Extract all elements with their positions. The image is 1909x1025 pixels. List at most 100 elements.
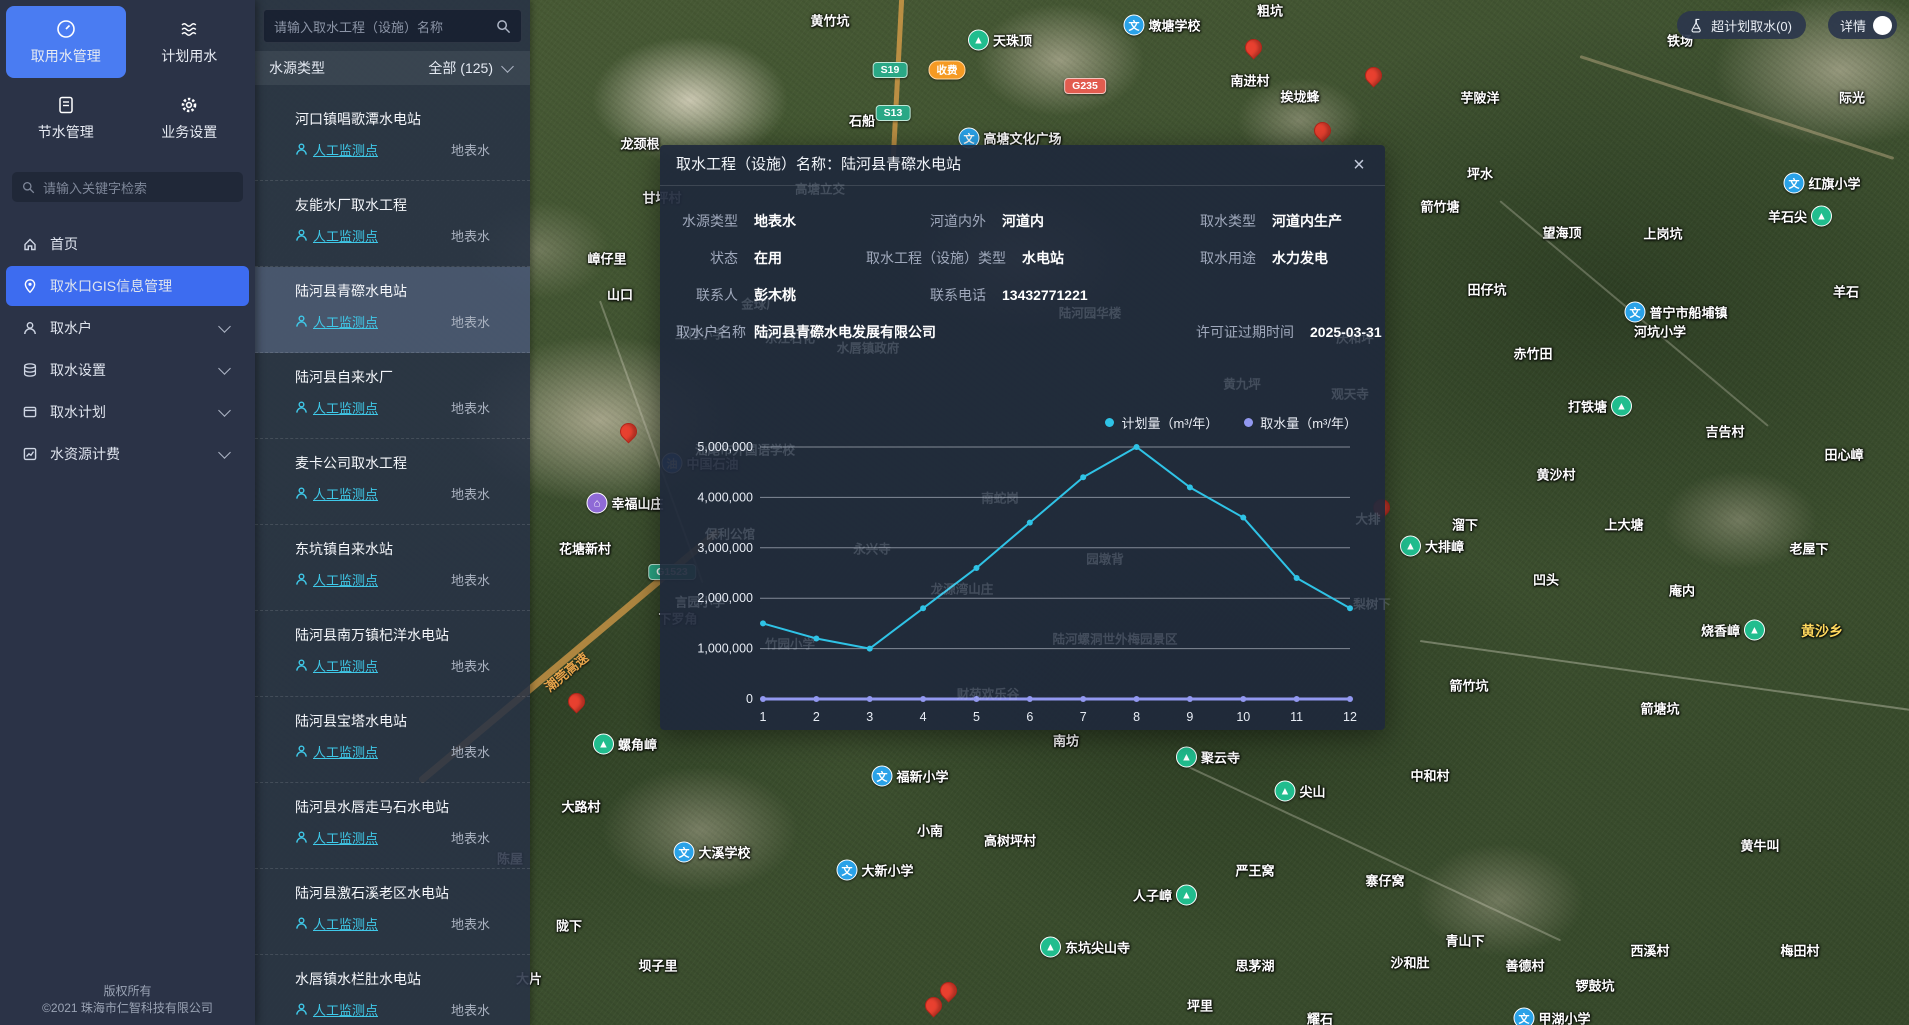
map-place-label[interactable]: 溜下 xyxy=(1452,515,1478,534)
map-place-label[interactable]: 陇下 xyxy=(556,916,582,935)
map-place-label[interactable]: 黄竹坑 xyxy=(810,11,849,30)
monitor-type-link[interactable]: 人工监测点 xyxy=(295,570,378,589)
map-place-label[interactable]: 人子嶂▲ xyxy=(1133,885,1197,906)
map-place-label[interactable]: 粗坑 xyxy=(1257,1,1283,20)
map-place-label[interactable]: 梅田村 xyxy=(1780,941,1819,960)
sidebar-item-5[interactable]: 取水计划 xyxy=(6,392,249,432)
map-place-label[interactable]: 烧香嶂▲ xyxy=(1701,620,1765,641)
map-place-label[interactable]: ▲聚云寺 xyxy=(1176,747,1240,768)
map-place-label[interactable]: 南进村 xyxy=(1230,71,1269,90)
map-place-label[interactable]: 西溪村 xyxy=(1630,941,1669,960)
map-place-label[interactable]: ▲天珠顶 xyxy=(968,30,1032,51)
map-place-label[interactable]: 箭竹塘 xyxy=(1420,197,1459,216)
map-place-label[interactable]: 芋陂洋 xyxy=(1460,88,1499,107)
station-list-item[interactable]: 陆河县青磜水电站 人工监测点 地表水 xyxy=(255,267,530,353)
monitor-type-link[interactable]: 人工监测点 xyxy=(295,140,378,159)
map-place-label[interactable]: 羊石尖▲ xyxy=(1768,206,1832,227)
sidebar-tile-4[interactable]: 业务设置 xyxy=(130,82,250,154)
map-place-label[interactable]: 石船 xyxy=(849,111,875,130)
map-place-label[interactable]: 小南 xyxy=(917,821,943,840)
map-place-label[interactable]: 严王窝 xyxy=(1235,861,1274,880)
map-place-label[interactable]: 山口 xyxy=(607,285,633,304)
map-place-label[interactable]: 文墩塘学校 xyxy=(1123,15,1200,36)
map-place-label[interactable]: 文红旗小学 xyxy=(1783,173,1860,194)
map-place-label[interactable]: 际光 xyxy=(1839,88,1865,107)
close-icon[interactable]: × xyxy=(1347,153,1371,177)
map-place-label[interactable]: 上大塘 xyxy=(1604,515,1643,534)
map-place-label[interactable]: 黄沙村 xyxy=(1536,465,1575,484)
map-place-label[interactable]: ▲螺角嶂 xyxy=(593,734,657,755)
monitor-type-link[interactable]: 人工监测点 xyxy=(295,1000,378,1019)
sidebar-item-3[interactable]: 取水户 xyxy=(6,308,249,348)
map-place-label[interactable]: 河坑小学 xyxy=(1634,322,1686,341)
red-map-pin[interactable] xyxy=(620,423,636,439)
red-map-pin[interactable] xyxy=(940,982,956,998)
map-place-label[interactable]: 思茅湖 xyxy=(1235,956,1274,975)
map-place-label[interactable]: 箭竹坑 xyxy=(1449,676,1488,695)
red-map-pin[interactable] xyxy=(1245,39,1261,55)
map-place-label[interactable]: ▲尖山 xyxy=(1274,781,1325,802)
map-place-label[interactable]: 善德村 xyxy=(1505,956,1544,975)
map-place-label[interactable]: 打铁塘▲ xyxy=(1568,396,1632,417)
map-place-label[interactable]: 耀石 xyxy=(1307,1009,1333,1025)
monitor-type-link[interactable]: 人工监测点 xyxy=(295,398,378,417)
station-list-item[interactable]: 麦卡公司取水工程 人工监测点 地表水 xyxy=(255,439,530,525)
monitor-type-link[interactable]: 人工监测点 xyxy=(295,226,378,245)
map-place-label[interactable]: ▲大排嶂 xyxy=(1400,536,1464,557)
map-place-label[interactable]: 文福新小学 xyxy=(871,766,948,787)
monitor-type-link[interactable]: 人工监测点 xyxy=(295,484,378,503)
map-place-label[interactable]: 老屋下 xyxy=(1789,539,1828,558)
sidebar-search-input[interactable]: 请输入关键字检索 xyxy=(12,172,243,202)
legend-item[interactable]: 取水量（m³/年） xyxy=(1244,413,1357,432)
station-list-item[interactable]: 陆河县宝塔水电站 人工监测点 地表水 xyxy=(255,697,530,783)
sidebar-tile-3[interactable]: 节水管理 xyxy=(6,82,126,154)
map-place-label[interactable]: 文大新小学 xyxy=(836,860,913,881)
station-list-item[interactable]: 河口镇唱歌潭水电站 人工监测点 地表水 xyxy=(255,95,530,181)
station-list-item[interactable]: 陆河县南万镇杞洋水电站 人工监测点 地表水 xyxy=(255,611,530,697)
map-place-label[interactable]: 田仔坑 xyxy=(1467,280,1506,299)
map-place-label[interactable]: 中和村 xyxy=(1410,766,1449,785)
monitor-type-link[interactable]: 人工监测点 xyxy=(295,312,378,331)
map-place-label[interactable]: ⌂幸福山庄 xyxy=(586,493,663,514)
source-type-filter[interactable]: 水源类型 全部 (125) xyxy=(255,51,530,85)
station-list-item[interactable]: 东坑镇自来水站 人工监测点 地表水 xyxy=(255,525,530,611)
sidebar-item-4[interactable]: 取水设置 xyxy=(6,350,249,390)
map-place-label[interactable]: 挨垅蜂 xyxy=(1280,87,1319,106)
map-place-label[interactable]: 赤竹田 xyxy=(1513,344,1552,363)
map-place-label[interactable]: 文甲湖小学 xyxy=(1513,1008,1590,1025)
station-search-input[interactable]: 请输入取水工程（设施）名称 xyxy=(263,9,522,43)
over-plan-intake-button[interactable]: 超计划取水(0) xyxy=(1677,11,1806,39)
monitor-type-link[interactable]: 人工监测点 xyxy=(295,656,378,675)
monitor-type-link[interactable]: 人工监测点 xyxy=(295,828,378,847)
map-place-label[interactable]: 嶂仔里 xyxy=(587,249,626,268)
sidebar-tile-1[interactable]: 取用水管理 xyxy=(6,6,126,78)
map-place-label[interactable]: 文大溪学校 xyxy=(673,842,750,863)
map-place-label[interactable]: 青山下 xyxy=(1445,931,1484,950)
station-list-item[interactable]: 水唇镇水栏肚水电站 人工监测点 地表水 xyxy=(255,955,530,1025)
detail-toggle[interactable]: 详情 xyxy=(1828,11,1897,39)
monitor-type-link[interactable]: 人工监测点 xyxy=(295,914,378,933)
legend-item[interactable]: 计划量（m³/年） xyxy=(1105,413,1218,432)
sidebar-tile-2[interactable]: 计划用水 xyxy=(130,6,250,78)
map-place-label[interactable]: 锣鼓坑 xyxy=(1575,976,1614,995)
red-map-pin[interactable] xyxy=(925,997,941,1013)
station-list-item[interactable]: 陆河县水唇走马石水电站 人工监测点 地表水 xyxy=(255,783,530,869)
map-place-label[interactable]: 龙颈根 xyxy=(620,134,659,153)
map-place-label[interactable]: 吉告村 xyxy=(1705,422,1744,441)
sidebar-item-2[interactable]: 取水口GIS信息管理 xyxy=(6,266,249,306)
station-list-item[interactable]: 友能水厂取水工程 人工监测点 地表水 xyxy=(255,181,530,267)
map-place-label[interactable]: 坪里 xyxy=(1187,996,1213,1015)
red-map-pin[interactable] xyxy=(1314,122,1330,138)
map-place-label[interactable]: 花塘新村 xyxy=(559,539,611,558)
red-map-pin[interactable] xyxy=(568,693,584,709)
map-place-label[interactable]: ▲东坑尖山寺 xyxy=(1040,937,1130,958)
map-place-label[interactable]: 田心嶂 xyxy=(1824,445,1863,464)
map-place-label[interactable]: 羊石 xyxy=(1833,282,1859,301)
red-map-pin[interactable] xyxy=(1365,67,1381,83)
map-place-label[interactable]: 坪水 xyxy=(1467,164,1493,183)
map-place-label[interactable]: 箭塘坑 xyxy=(1640,699,1679,718)
search-icon[interactable] xyxy=(496,19,511,34)
station-list-item[interactable]: 陆河县自来水厂 人工监测点 地表水 xyxy=(255,353,530,439)
station-list-item[interactable]: 陆河县激石溪老区水电站 人工监测点 地表水 xyxy=(255,869,530,955)
sidebar-item-1[interactable]: 首页 xyxy=(6,224,249,264)
